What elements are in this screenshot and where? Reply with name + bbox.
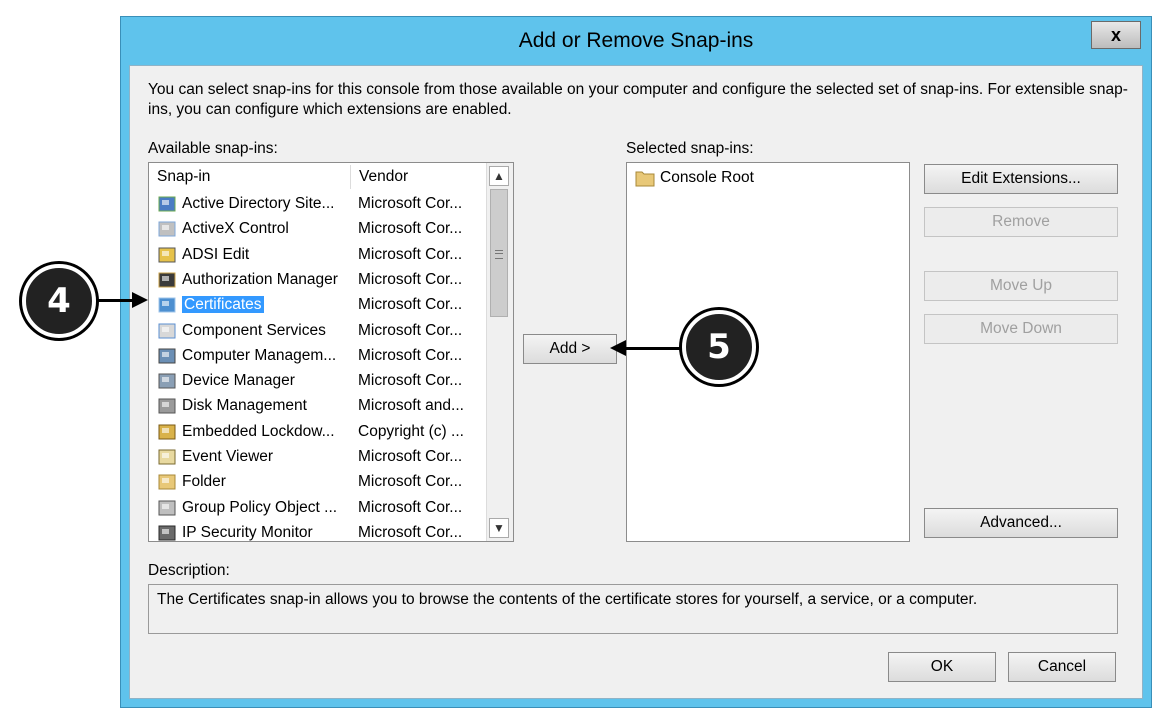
dialog-title: Add or Remove Snap-ins — [518, 29, 754, 52]
snapin-row-event-viewer[interactable]: Event Viewer Microsoft Cor... — [149, 444, 481, 469]
folder-icon — [158, 474, 176, 490]
snapin-row-disk-management[interactable]: Disk Management Microsoft and... — [149, 393, 481, 418]
authorization-icon — [158, 272, 176, 288]
scroll-down-button[interactable]: ▼ — [489, 518, 509, 538]
close-icon: x — [1110, 24, 1121, 45]
vertical-scrollbar[interactable]: ▲ ▼ — [486, 163, 513, 541]
description-label: Description: — [148, 562, 230, 579]
selected-snapins-list[interactable]: Console Root — [626, 162, 910, 542]
snapin-row-computer-managem[interactable]: Computer Managem... Microsoft Cor... — [149, 343, 481, 368]
snapin-vendor: Microsoft Cor... — [358, 296, 463, 314]
snapin-vendor: Microsoft Cor... — [358, 498, 463, 516]
arrow-right-icon — [132, 292, 148, 308]
intro-text: You can select snap-ins for this console… — [148, 81, 1128, 118]
snapin-name: Certificates — [182, 296, 264, 314]
folder-icon — [635, 171, 655, 187]
adsi-edit-icon — [158, 247, 176, 263]
snapin-name: Disk Management — [182, 397, 307, 415]
component-services-icon — [158, 323, 176, 338]
description-box: The Certificates snap-in allows you to b… — [148, 584, 1118, 634]
arrow-left-icon — [610, 340, 626, 356]
snapin-row-embedded-lockdow[interactable]: Embedded Lockdow... Copyright (c) ... — [149, 419, 481, 444]
selected-item[interactable]: Console Root — [627, 165, 959, 190]
column-header-snapin[interactable]: Snap-in — [149, 165, 351, 189]
available-snapins-list[interactable]: Snap-in Vendor Active Directory Site... M… — [148, 162, 514, 542]
snapin-name: Authorization Manager — [182, 270, 338, 288]
activex-icon — [158, 221, 176, 237]
snapin-vendor: Microsoft and... — [358, 397, 464, 415]
move-down-button[interactable]: Move Down — [924, 314, 1118, 344]
lock-icon — [158, 424, 176, 440]
snapin-vendor: Microsoft Cor... — [358, 245, 463, 263]
snapin-name: Event Viewer — [182, 448, 274, 465]
snapin-name: ActiveX Control — [182, 220, 289, 238]
snapin-vendor: Copyright (c) ... — [358, 422, 464, 440]
scroll-thumb[interactable] — [490, 189, 508, 317]
snapin-row-authorization-manager[interactable]: Authorization Manager Microsoft Cor... — [149, 267, 481, 292]
add-remove-snapins-dialog: Add or Remove Snap-ins x You can select … — [120, 16, 1152, 708]
snapin-row-active-directory-site[interactable]: Active Directory Site... Microsoft Cor... — [149, 191, 481, 216]
snapin-row-device-manager[interactable]: Device Manager Microsoft Cor... — [149, 368, 481, 393]
selected-snapins-label: Selected snap-ins: — [626, 140, 754, 157]
callout-step-4: 4 — [22, 264, 96, 338]
snapin-row-activex-control[interactable]: ActiveX Control Microsoft Cor... — [149, 216, 481, 241]
disk-management-icon — [158, 398, 176, 414]
column-header-vendor[interactable]: Vendor — [351, 165, 481, 189]
snapin-vendor: Microsoft Cor... — [358, 220, 463, 238]
snapin-name: Active Directory Site... — [182, 195, 335, 212]
device-manager-icon — [158, 373, 176, 389]
snapin-vendor: Microsoft Cor... — [358, 448, 463, 465]
snapin-vendor: Microsoft Cor... — [358, 473, 463, 491]
snapin-row-folder[interactable]: Folder Microsoft Cor... — [149, 469, 481, 494]
callout-4-arrow-line — [96, 299, 134, 302]
scroll-up-button[interactable]: ▲ — [489, 166, 509, 186]
description-text: The Certificates snap-in allows you to b… — [157, 591, 978, 608]
snapin-vendor: Microsoft Cor... — [358, 523, 463, 541]
snapin-vendor: Microsoft Cor... — [358, 346, 463, 364]
snapin-vendor: Microsoft Cor... — [358, 270, 463, 288]
ok-button[interactable]: OK — [888, 652, 996, 682]
snapin-vendor: Microsoft Cor... — [358, 195, 463, 212]
snapin-row-component-services[interactable]: Component Services Microsoft Cor... — [149, 318, 481, 343]
cancel-button[interactable]: Cancel — [1008, 652, 1116, 682]
snapin-name: Group Policy Object ... — [182, 498, 338, 516]
ip-security-icon — [158, 525, 176, 541]
snapin-name: ADSI Edit — [182, 245, 250, 263]
callout-5-arrow-line — [624, 347, 680, 350]
selected-item-label: Console Root — [660, 169, 754, 186]
ad-sites-icon — [158, 196, 176, 212]
snapin-vendor: Microsoft Cor... — [358, 372, 463, 390]
grip-icon — [495, 250, 503, 259]
snapin-vendor: Microsoft Cor... — [358, 321, 463, 339]
add-button[interactable]: Add > — [523, 334, 617, 364]
snapin-row-certificates[interactable]: Certificates Microsoft Cor... — [149, 292, 481, 317]
move-up-button[interactable]: Move Up — [924, 271, 1118, 301]
snapin-name: Embedded Lockdow... — [182, 422, 335, 440]
snapin-name: Folder — [182, 473, 226, 491]
event-viewer-icon — [158, 449, 176, 465]
certificates-icon — [158, 297, 176, 313]
dialog-client-area: You can select snap-ins for this console… — [129, 65, 1143, 699]
callout-step-5: 5 — [682, 310, 756, 384]
snapin-name: Computer Managem... — [182, 346, 337, 364]
snapin-row-adsi-edit[interactable]: ADSI Edit Microsoft Cor... — [149, 242, 481, 267]
close-button[interactable]: x — [1091, 21, 1141, 49]
edit-extensions-button[interactable]: Edit Extensions... — [924, 164, 1118, 194]
snapin-row-group-policy-object[interactable]: Group Policy Object ... Microsoft Cor... — [149, 495, 481, 520]
snapin-row-ip-security-monitor[interactable]: IP Security Monitor Microsoft Cor... — [149, 520, 481, 541]
advanced-button[interactable]: Advanced... — [924, 508, 1118, 538]
computer-management-icon — [158, 348, 176, 364]
available-snapins-label: Available snap-ins: — [148, 140, 278, 157]
snapin-name: IP Security Monitor — [182, 523, 313, 541]
group-policy-icon — [158, 500, 176, 516]
snapin-name: Device Manager — [182, 372, 295, 390]
snapin-name: Component Services — [182, 321, 326, 339]
remove-button[interactable]: Remove — [924, 207, 1118, 237]
